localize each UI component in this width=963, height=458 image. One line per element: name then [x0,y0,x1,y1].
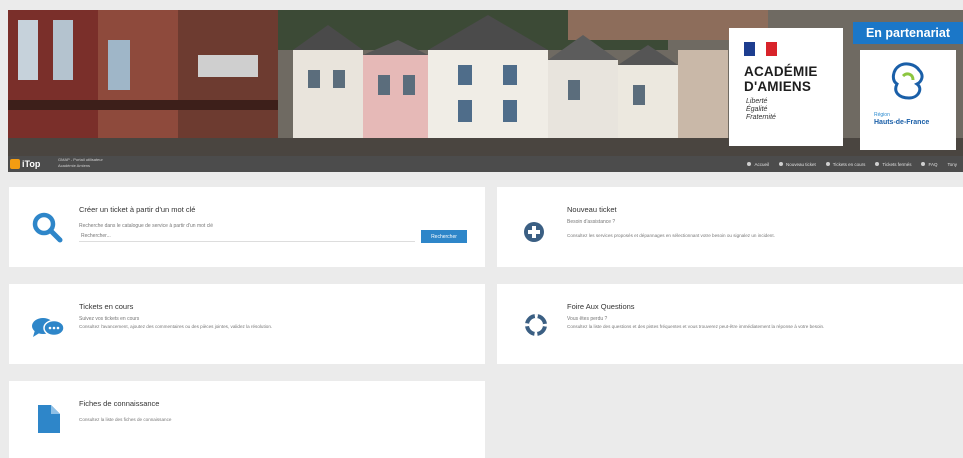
plus-icon [778,162,783,166]
card-title: Foire Aux Questions [567,302,635,311]
header-banner: ACADÉMIE D'AMIENS Liberté Égalité Frater… [8,10,963,158]
plus-circle-icon [524,222,544,242]
card-title: Créer un ticket à partir d'un mot clé [79,205,196,214]
lifebuoy-icon [525,314,547,336]
card-description: Consultez la liste des fiches de connais… [79,417,172,422]
nav-link-new-ticket[interactable]: Nouveau ticket [778,162,816,167]
nav-link-ongoing-tickets[interactable]: Tickets en cours [825,162,865,167]
ticket-icon [825,162,830,166]
republic-motto: Liberté Égalité Fraternité [746,98,776,121]
card-new-ticket[interactable]: Nouveau ticket Besoin d'assistance ? Con… [497,187,963,267]
portal-name: GMAP - Portail utilisateur Académie Amie… [58,157,103,168]
card-ongoing-tickets[interactable]: Tickets en cours Suivez vos tickets en c… [9,284,485,364]
card-keyword-ticket: Créer un ticket à partir d'un mot clé Re… [9,187,485,267]
card-title: Tickets en cours [79,302,134,311]
top-navbar: iTop GMAP - Portail utilisateur Académie… [8,156,963,172]
chat-bubbles-icon [32,318,65,337]
card-subtitle: Vous êtes perdu ? [567,316,608,322]
nav-link-home[interactable]: Accueil [747,162,769,167]
keyword-search-form: Rechercher [79,230,475,243]
region-label: Région [874,112,890,118]
card-title: Fiches de connaissance [79,399,160,408]
card-subtitle: Recherche dans le catalogue de service à… [79,223,214,229]
region-hauts-de-france-logo: Région Hauts-de-France [860,50,956,150]
partner-badge: En partenariat [853,22,963,44]
french-flag-icon [744,42,778,56]
search-button[interactable]: Rechercher [421,230,467,243]
nav-links: Accueil Nouveau ticket Tickets en cours … [737,156,957,172]
region-map-icon [891,62,924,100]
brand-logo[interactable]: iTop [10,158,40,170]
card-description: Consultez les services proposés et dépan… [567,233,775,238]
card-knowledge[interactable]: Fiches de connaissance Consultez la list… [9,381,485,458]
nav-link-user-menu[interactable]: Tony [947,162,957,167]
card-title: Nouveau ticket [567,205,617,214]
card-description: Consultez l'avancement, ajoutez des comm… [79,324,273,329]
nav-link-closed-tickets[interactable]: Tickets fermés [875,162,911,167]
keyword-search-input[interactable] [79,231,415,242]
question-icon [921,162,926,166]
search-icon [32,212,63,243]
card-faq[interactable]: Foire Aux Questions Vous êtes perdu ? Co… [497,284,963,364]
check-icon [875,162,880,166]
brand-text: iTop [22,159,41,169]
card-subtitle: Besoin d'assistance ? [567,219,616,225]
card-description: Consultez la liste des questions et des … [567,324,825,329]
document-icon [38,405,60,433]
itop-logo-icon [10,159,20,169]
nav-link-faq[interactable]: FAQ [921,162,937,167]
home-icon [747,162,752,166]
academie-amiens-logo: ACADÉMIE D'AMIENS Liberté Égalité Frater… [729,28,843,146]
card-subtitle: Suivez vos tickets en cours [79,316,140,322]
academie-line2: D'AMIENS [744,79,812,94]
region-name: Hauts-de-France [874,119,930,126]
academie-line1: ACADÉMIE [744,64,818,79]
